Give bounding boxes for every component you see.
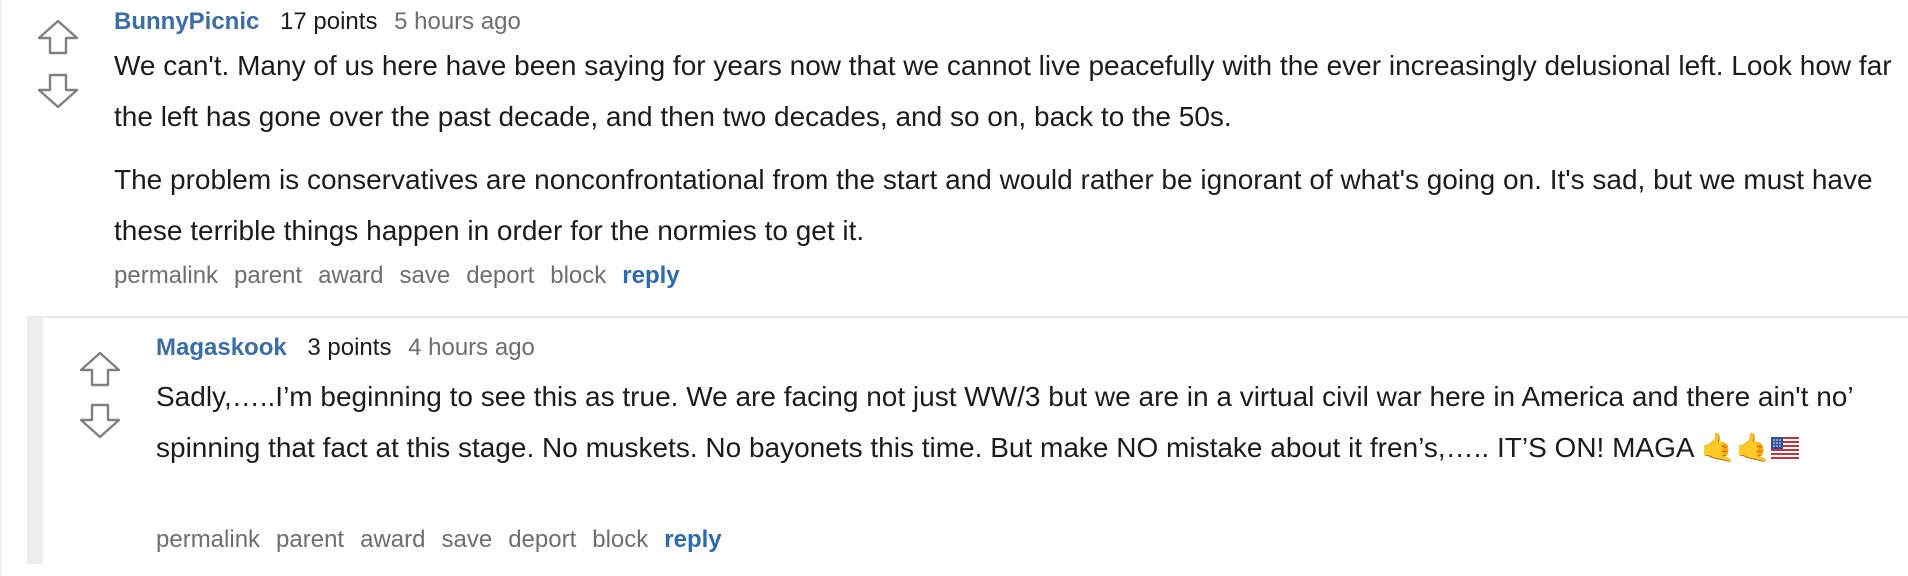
comment-actions: permalink parent award save deport block reply xyxy=(114,260,696,292)
comment-text: Sadly,…..I’m beginning to see this as tr… xyxy=(156,381,1853,463)
upvote-arrow-icon[interactable] xyxy=(78,350,122,388)
reply-link[interactable]: reply xyxy=(664,526,721,553)
award-link[interactable]: award xyxy=(360,526,425,553)
parent-link[interactable]: parent xyxy=(234,262,302,289)
author-link[interactable]: Magaskook xyxy=(156,334,287,361)
upvote-arrow-icon[interactable] xyxy=(36,18,80,56)
author-link[interactable]: BunnyPicnic xyxy=(114,8,259,35)
downvote-arrow-icon[interactable] xyxy=(78,402,122,440)
parent-link[interactable]: parent xyxy=(276,526,344,553)
comment-magaskook: Magaskook 3 points 4 hours ago Sadly,…..… xyxy=(0,318,1908,568)
save-link[interactable]: save xyxy=(399,262,450,289)
award-link[interactable]: award xyxy=(318,262,383,289)
comment-body: Sadly,…..I’m beginning to see this as tr… xyxy=(156,371,1901,473)
save-link[interactable]: save xyxy=(441,526,492,553)
reply-link[interactable]: reply xyxy=(622,262,679,289)
us-flag-icon xyxy=(1770,437,1799,459)
points-count: 17 points xyxy=(280,8,378,35)
call-me-hand-emoji: 🤙🤙 xyxy=(1700,432,1771,463)
permalink-link[interactable]: permalink xyxy=(114,262,218,289)
comment-paragraph: The problem is conservatives are nonconf… xyxy=(114,164,1873,246)
comment-actions: permalink parent award save deport block reply xyxy=(156,524,738,556)
block-link[interactable]: block xyxy=(550,262,606,289)
deport-link[interactable]: deport xyxy=(466,262,534,289)
comment-timestamp: 4 hours ago xyxy=(408,334,535,361)
deport-link[interactable]: deport xyxy=(508,526,576,553)
block-link[interactable]: block xyxy=(592,526,648,553)
comment-body: We can't. Many of us here have been sayi… xyxy=(114,40,1894,256)
comment-timestamp: 5 hours ago xyxy=(394,8,521,35)
downvote-arrow-icon[interactable] xyxy=(36,72,80,110)
comment-meta: BunnyPicnic 17 points 5 hours ago xyxy=(114,6,521,38)
comment-paragraph: We can't. Many of us here have been sayi… xyxy=(114,50,1892,132)
comment-meta: Magaskook 3 points 4 hours ago xyxy=(156,332,535,364)
comment-thread: BunnyPicnic 17 points 5 hours ago We can… xyxy=(0,0,1908,576)
points-count: 3 points xyxy=(307,334,392,361)
permalink-link[interactable]: permalink xyxy=(156,526,260,553)
comment-bunnypicnic: BunnyPicnic 17 points 5 hours ago We can… xyxy=(0,0,1908,300)
comment-paragraph: Sadly,…..I’m beginning to see this as tr… xyxy=(156,371,1901,473)
